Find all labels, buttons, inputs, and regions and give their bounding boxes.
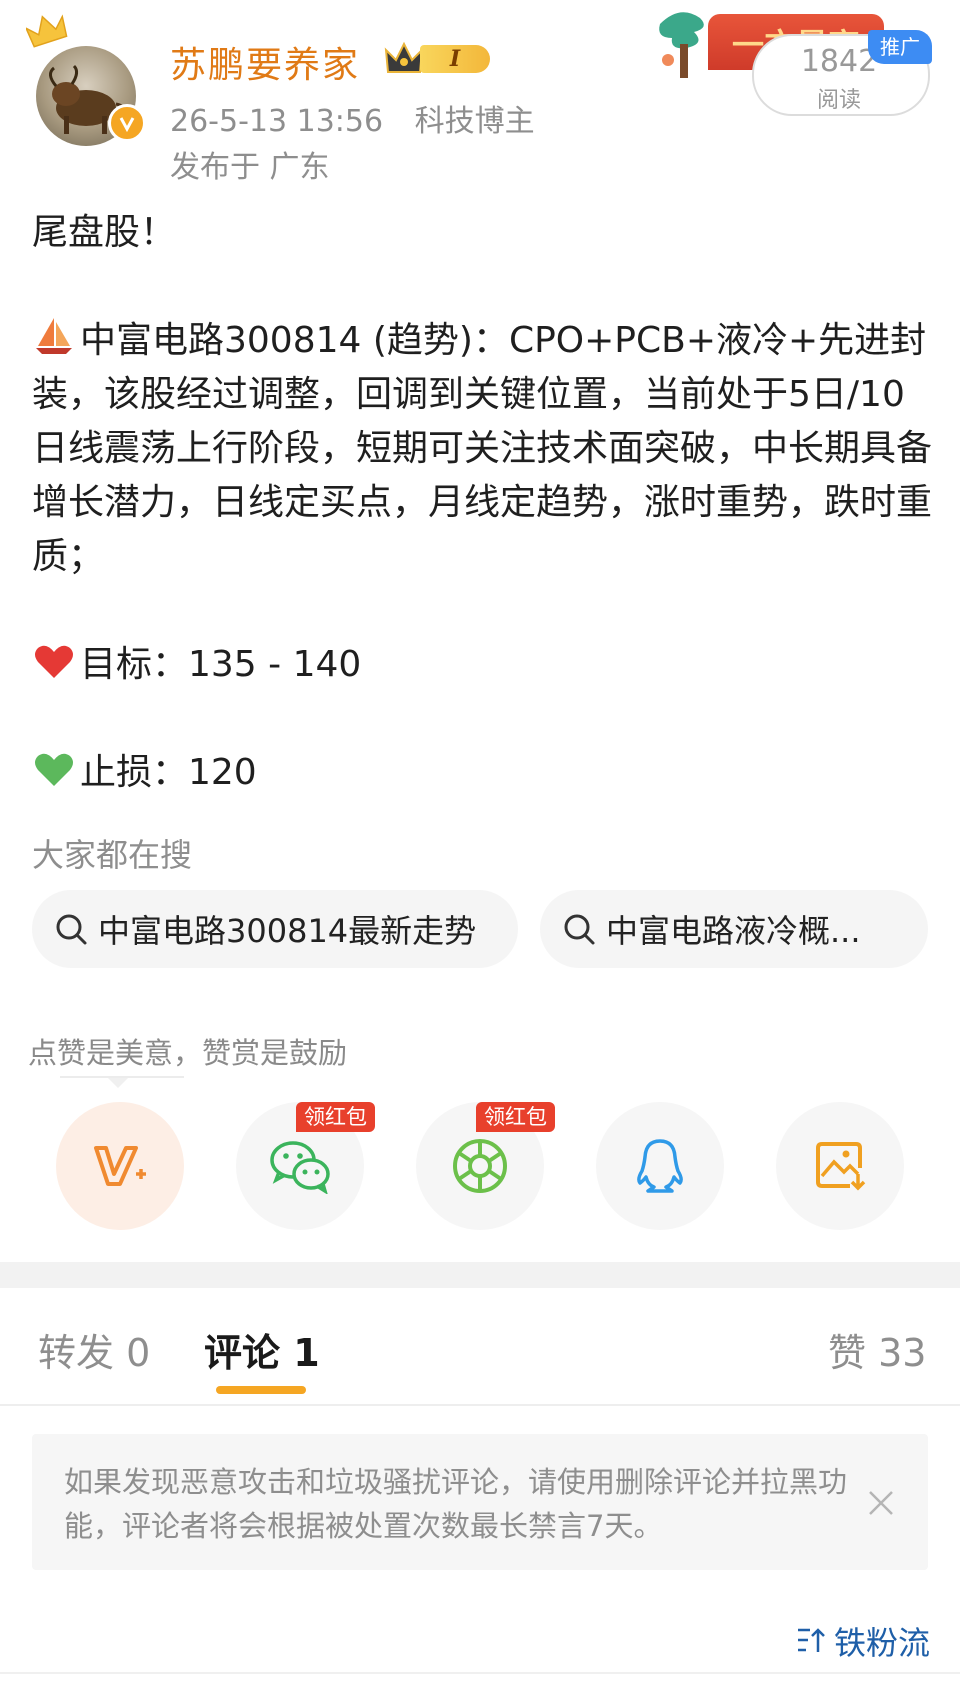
post-source: 科技博主 — [414, 104, 535, 139]
read-label: 阅读 — [816, 88, 861, 113]
qq-icon — [637, 1139, 683, 1193]
trending-chip[interactable]: 中富电路300814最新走势 — [32, 890, 518, 968]
trending-chip-label: 中富电路300814最新走势 — [98, 912, 477, 950]
share-qq-button[interactable] — [596, 1102, 724, 1230]
tab-separator — [0, 1404, 960, 1406]
sort-button[interactable]: 铁粉流 — [796, 1618, 930, 1664]
red-packet-tag: 领红包 — [296, 1102, 375, 1132]
v-plus-icon — [94, 1146, 146, 1186]
trending-title: 大家都在搜 — [32, 836, 193, 874]
stock-paragraph: 中富电路300814 (趋势)：CPO+PCB+液冷+先进封装，该股经过调整，回… — [32, 314, 932, 584]
target-line: 目标：135 - 140 — [32, 638, 932, 692]
section-divider — [0, 1262, 960, 1288]
vip-crown-icon — [384, 41, 424, 73]
crown-icon — [24, 14, 68, 52]
username[interactable]: 苏鹏要养家 — [170, 36, 360, 88]
post-body: 尾盘股！ 中富电路300814 (趋势)：CPO+PCB+液冷+先进封装，该股经… — [32, 206, 932, 800]
post-title: 尾盘股！ — [32, 212, 177, 253]
comment-notice-text: 如果发现恶意攻击和垃圾骚扰评论，请使用删除评论并拉黑功能，评论者将会根据被处置次… — [64, 1465, 848, 1543]
save-image-button[interactable] — [776, 1102, 904, 1230]
red-packet-tag: 领红包 — [476, 1102, 555, 1132]
stoploss-line: 止损：120 — [32, 746, 932, 800]
sort-label: 铁粉流 — [834, 1624, 931, 1662]
active-tab-indicator — [216, 1386, 306, 1394]
tab-comment[interactable]: 评论 1 — [204, 1322, 320, 1377]
close-icon[interactable] — [866, 1488, 896, 1522]
tab-like[interactable]: 赞 33 — [828, 1322, 926, 1377]
wechat-icon — [270, 1141, 330, 1194]
moments-icon — [453, 1139, 507, 1193]
vip-level: I — [420, 45, 490, 73]
trending-chip-label: 中富电路液冷概... — [606, 912, 861, 950]
post-meta: 26-5-13 13:56 科技博主 — [170, 96, 535, 140]
reward-hint: 点赞是美意，赞赏是鼓励 — [28, 1036, 348, 1070]
ad-tag: 推广 — [868, 30, 932, 64]
reward-button[interactable] — [56, 1102, 184, 1230]
vip-badge[interactable]: I — [384, 40, 490, 78]
red-heart-icon — [35, 645, 73, 678]
trending-chip[interactable]: 中富电路液冷概... — [540, 890, 928, 968]
verified-icon — [108, 104, 146, 142]
sort-icon — [798, 1628, 825, 1652]
hint-caret — [108, 1078, 128, 1088]
search-icon — [564, 914, 595, 945]
search-icon — [56, 914, 87, 945]
post-location: 发布于 广东 — [170, 150, 330, 185]
green-heart-icon — [35, 753, 73, 786]
tab-repost[interactable]: 转发 0 — [38, 1322, 150, 1377]
post-time: 26-5-13 13:56 — [170, 104, 384, 139]
save-image-icon — [816, 1142, 866, 1191]
sailboat-icon — [36, 318, 72, 354]
bottom-divider — [0, 1672, 960, 1674]
